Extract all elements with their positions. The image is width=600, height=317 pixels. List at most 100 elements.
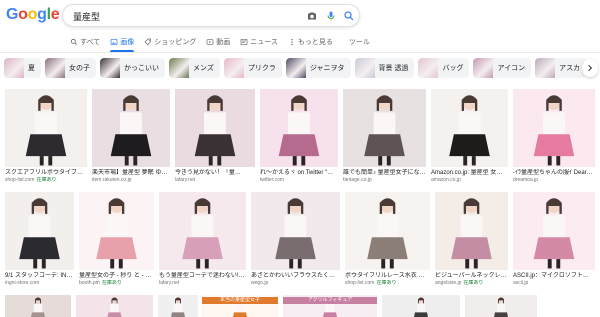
image-result[interactable]: 本当の量産型女子 [202,295,278,317]
result-thumbnail[interactable]: 本当の量産型女子 [202,295,278,317]
tab-tools[interactable]: ツール [349,34,370,50]
source-domain: ingni-store.com [5,280,40,286]
image-result[interactable]: Amazon.co.jp: 量産型 女子… amazon.co.jp [431,89,508,184]
result-thumbnail[interactable] [159,192,246,270]
image-result[interactable]: 9/1 スタッフコーデ: IN… ingni-store.com [5,192,74,287]
image-result[interactable] [382,295,460,317]
chevron-right-icon [588,64,593,72]
result-thumbnail[interactable]: アクリルフィギュア [283,295,377,317]
tab-more[interactable]: もっと見る [288,34,333,50]
chip-label: かっこいい [124,65,159,72]
result-thumbnail[interactable] [76,295,153,317]
image-result[interactable]: ビジューパールネックレス付…angelsize.jp在庫あり [435,192,508,287]
result-image [513,89,595,167]
result-thumbnail[interactable] [260,89,338,167]
result-title[interactable]: 量産型女の子 - 秒り と - BOOTH [79,272,154,280]
result-source: item.rakuten.co.jp [92,177,170,184]
result-title[interactable]: もう量産型コーデで迷わない!… [159,272,246,280]
mic-icon[interactable] [325,10,337,22]
result-title[interactable]: -ｲﾗ量産型ちゃんの服ｲ DearMy… [513,169,595,177]
result-image [465,295,537,317]
chip-4[interactable]: プリクラ [223,58,282,78]
chip-1[interactable]: 女の子 [45,58,96,78]
chip-6[interactable]: 背景 透過 [354,58,415,78]
result-source: booth.pm 在庫あり [79,280,154,287]
source-domain: shop-list.com [5,177,35,183]
image-result[interactable]: ASCII.jp：マイクロソフト… ascii.jp [513,192,595,287]
result-thumbnail[interactable] [345,192,430,270]
tab-tag[interactable]: ショッピング [144,34,196,50]
result-title[interactable]: ビジューパールネックレス付… [435,272,508,280]
image-result[interactable]: ボウタイフリルレース水衣 量産型…shop-list.com在庫あり [345,192,430,287]
result-thumbnail[interactable] [175,89,255,167]
chip-3[interactable]: メンズ [169,58,220,78]
tab-image[interactable]: 画像 [110,34,135,52]
result-source: wego.jp [251,280,340,287]
image-result[interactable] [158,295,198,317]
chips-next-button[interactable] [582,59,598,77]
image-result[interactable]: れ〜かえるヾ on Twitter "… twitter.com [260,89,338,184]
result-title[interactable]: 誰でも簡単♪ 量産型女子になる… [343,169,426,177]
image-result[interactable]: 今きう見かない！「量… lafary.net [175,89,255,184]
result-image [92,89,170,167]
result-source: ingni-store.com [5,280,74,287]
chip-label: ジャニヲタ [309,65,345,72]
result-title[interactable]: 今きう見かない！「量… [175,169,255,177]
result-title[interactable]: ASCII.jp：マイクロソフト… [513,272,595,280]
tab-video[interactable]: 動画 [206,34,230,50]
result-thumbnail[interactable] [465,295,537,317]
image-result[interactable]: あざとかわいいブラウスたくさん… wego.jp [251,192,340,287]
chip-2[interactable]: かっこいい [100,58,165,78]
result-thumbnail[interactable] [5,192,74,270]
chip-5[interactable]: ジャニヲタ [285,58,351,78]
logo-letter: o [18,6,28,23]
image-result[interactable]: アクリルフィギュア [283,295,377,317]
video-icon [206,39,214,45]
result-thumbnail[interactable] [431,89,508,167]
result-thumbnail[interactable] [435,192,508,270]
result-thumbnail[interactable] [382,295,460,317]
refinement-chips: 夏 女の子 かっこいい メンズ プリクラ ジャニヲタ 背景 透過 バッグ アイコン アスカ [4,57,590,79]
result-thumbnail[interactable] [5,89,87,167]
result-title[interactable]: 9/1 スタッフコーデ: IN… [5,272,74,280]
camera-icon[interactable] [306,10,318,22]
result-thumbnail[interactable] [513,192,595,270]
result-title[interactable]: ボウタイフリルレース水衣 量産型… [345,272,430,280]
source-domain: item.rakuten.co.jp [92,177,132,183]
chip-thumbnail [535,58,556,78]
result-thumbnail[interactable] [251,192,340,270]
result-title[interactable]: れ〜かえるヾ on Twitter "… [260,169,338,177]
result-thumbnail[interactable] [5,295,71,317]
image-result[interactable]: もう量産型コーデで迷わない!… lafary.net [159,192,246,287]
chip-7[interactable]: バッグ [418,58,470,78]
result-thumbnail[interactable] [158,295,198,317]
chip-9[interactable]: アスカ [535,58,587,78]
google-logo[interactable]: Google [6,6,60,24]
result-thumbnail[interactable] [513,89,595,167]
result-title[interactable]: スクエアフリルボウタイブラウス… [5,169,87,177]
chip-thumbnail [100,58,120,78]
image-result[interactable] [465,295,537,317]
search-icon[interactable] [343,10,355,22]
chip-8[interactable]: アイコン [473,58,532,78]
image-result[interactable]: 誰でも簡単♪ 量産型女子になる… fantage.co.jp [343,89,426,184]
image-result[interactable]: 楽天市場】量産型 夢眠 ゆめかわ…item.rakuten.co.jp [92,89,170,184]
stock-badge: 在庫あり [376,280,397,286]
result-title[interactable]: あざとかわいいブラウスたくさん… [251,272,340,280]
result-thumbnail[interactable] [343,89,426,167]
result-thumbnail[interactable] [79,192,154,270]
tab-news[interactable]: ニュース [240,34,278,50]
result-title[interactable]: Amazon.co.jp: 量産型 女子… [431,169,508,177]
result-source: lafary.net [159,280,246,287]
chip-0[interactable]: 夏 [4,58,41,78]
result-title[interactable]: 楽天市場】量産型 夢眠 ゆめかわ… [92,169,170,177]
image-result[interactable]: 量産型女の子 - 秒り と - BOOTHbooth.pm在庫あり [79,192,154,287]
search-box[interactable] [62,4,360,27]
image-result[interactable]: -ｲﾗ量産型ちゃんの服ｲ DearMy… dreamoa.jp [513,89,595,184]
image-result[interactable] [5,295,71,317]
image-result[interactable] [76,295,153,317]
tab-search[interactable]: すべて [70,34,100,50]
image-result[interactable]: スクエアフリルボウタイブラウス…shop-list.com在庫あり [5,89,87,184]
result-thumbnail[interactable] [92,89,170,167]
search-input[interactable] [73,8,273,24]
